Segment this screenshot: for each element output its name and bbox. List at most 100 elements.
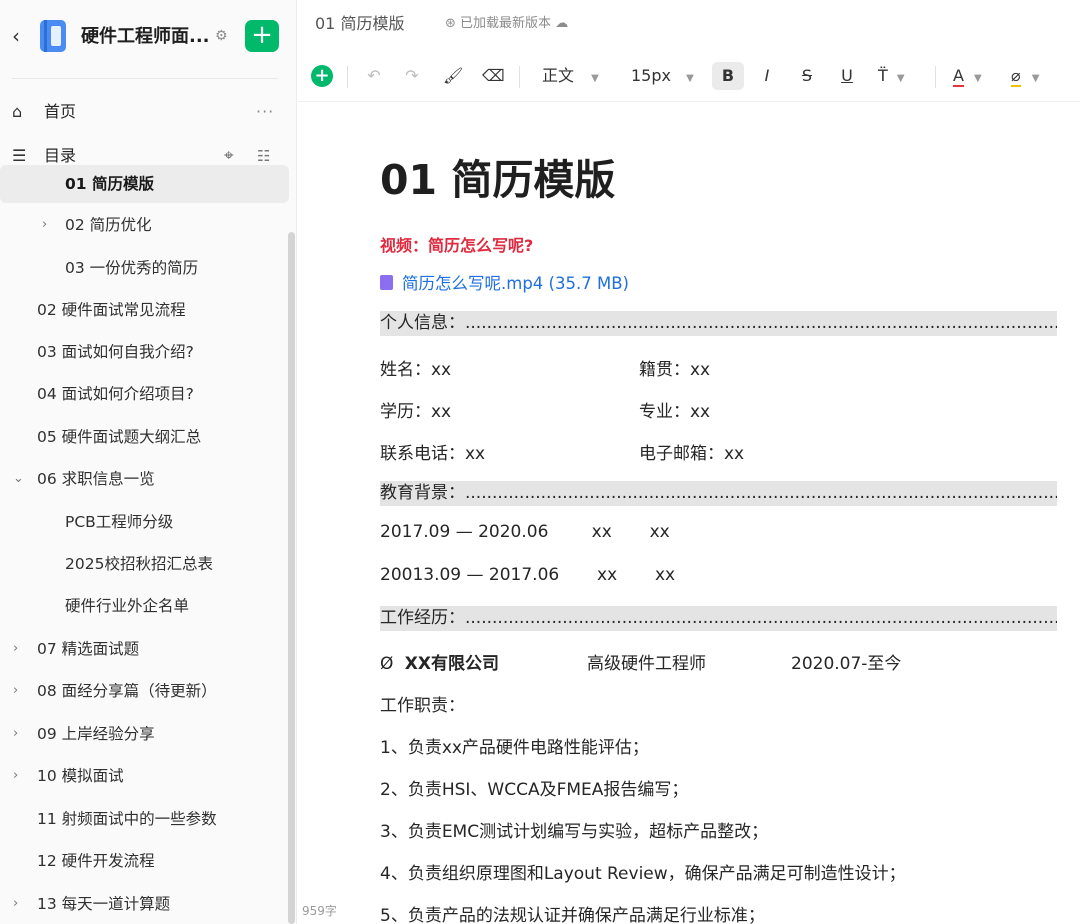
more-format-button[interactable]: T̈ ▼ xyxy=(878,62,920,90)
cloud-icon: ☁ xyxy=(555,16,569,31)
divider xyxy=(519,66,520,88)
toc-item-label: 12 硬件开发流程 xyxy=(37,852,155,870)
redo-icon[interactable]: ↷ xyxy=(402,62,422,90)
duties-label[interactable]: 工作职责： xyxy=(380,691,465,716)
toc-item-selected-questions[interactable]: › 07 精选面试题 xyxy=(0,630,289,668)
sidebar-scrollbar[interactable] xyxy=(288,232,295,924)
strikethrough-button[interactable]: S xyxy=(799,62,815,90)
job-position[interactable]: 高级硬件工程师 xyxy=(587,649,706,674)
duty-item[interactable]: 5、负责产品的法规认证并确保产品满足行业标准； xyxy=(380,901,765,924)
toc-item-label: 硬件行业外企名单 xyxy=(65,597,190,615)
video-attachment[interactable]: 简历怎么写呢.mp4 (35.7 MB) xyxy=(380,270,629,294)
chevron-right-icon[interactable]: › xyxy=(13,630,25,668)
sync-status-text: 已加载最新版本 xyxy=(460,16,552,31)
chevron-right-icon[interactable]: › xyxy=(13,885,25,923)
divider xyxy=(347,66,348,88)
company-name: XX有限公司 xyxy=(404,654,500,674)
settings-icon[interactable]: ⚙ xyxy=(215,28,228,44)
toc-item-interview-process[interactable]: 02 硬件面试常见流程 xyxy=(0,291,289,329)
chevron-down-icon[interactable]: ⌄ xyxy=(13,460,25,498)
toc-item-label: 01 简历模版 xyxy=(65,175,154,193)
section-work[interactable]: 工作经历：...................................… xyxy=(380,606,1057,631)
toc-item-good-resume[interactable]: 03 一份优秀的简历 xyxy=(0,249,289,287)
toc-item-project-intro[interactable]: 04 面试如何介绍项目? xyxy=(0,375,289,413)
education-row[interactable]: 20013.09 — 2017.06 xx xx xyxy=(380,565,675,585)
section-personal-info[interactable]: 个人信息：...................................… xyxy=(380,311,1057,336)
caret-down-icon: ▼ xyxy=(1031,73,1040,84)
duty-item[interactable]: 2、负责HSI、WCCA及FMEA报告编写； xyxy=(380,775,688,800)
insert-block-icon[interactable]: + xyxy=(311,65,333,87)
sync-status: ⊛ 已加载最新版本 ☁ xyxy=(445,12,568,31)
font-color-icon: A xyxy=(953,66,964,87)
personal-phone[interactable]: 联系电话：xx xyxy=(380,439,485,464)
more-icon[interactable]: ··· xyxy=(256,95,274,129)
sidebar: ‹ 硬件工程师面... ⚙ + ⌂ 首页 ··· ☰ 目录 ⌖ ☷ 01 简历模… xyxy=(0,0,297,924)
caret-down-icon: ▼ xyxy=(591,73,599,84)
personal-education[interactable]: 学历：xx xyxy=(380,397,451,422)
add-button[interactable]: + xyxy=(245,20,279,52)
format-painter-icon[interactable]: 🖌 xyxy=(443,62,463,90)
toc-item-success-sharing[interactable]: › 09 上岸经验分享 xyxy=(0,715,289,753)
education-row[interactable]: 2017.09 — 2020.06 xx xx xyxy=(380,522,670,542)
work-company-row[interactable]: Ø XX有限公司 xyxy=(380,649,499,674)
duty-item[interactable]: 3、负责EMC测试计划编写与实验，超标产品整改； xyxy=(380,817,768,842)
italic-button[interactable]: I xyxy=(759,62,775,90)
page-title[interactable]: 01 简历模版 xyxy=(380,146,615,206)
highlight-button[interactable]: ⌀ ▼ xyxy=(1011,62,1051,90)
attachment-label: 简历怎么写呢.mp4 (35.7 MB) xyxy=(402,274,629,293)
toc-item-daily-calc[interactable]: › 13 每天一道计算题 xyxy=(0,885,289,923)
undo-icon[interactable]: ↶ xyxy=(364,62,384,90)
toc-item-label: 11 射频面试中的一些参数 xyxy=(37,810,217,828)
toc-item-rf-params[interactable]: 11 射频面试中的一些参数 xyxy=(0,800,289,838)
divider xyxy=(935,66,936,88)
toc-item-foreign-companies[interactable]: 硬件行业外企名单 xyxy=(0,587,289,625)
chevron-right-icon[interactable]: › xyxy=(42,206,54,244)
bullet: Ø xyxy=(380,654,394,674)
document-header: 01 简历模版 ⊛ 已加载最新版本 ☁ xyxy=(298,0,1080,44)
highlight-icon: ⌀ xyxy=(1011,66,1021,87)
toc-item-label: 09 上岸经验分享 xyxy=(37,725,155,743)
toc-item-resume-template[interactable]: 01 简历模版 xyxy=(0,165,289,203)
toc-item-label: 13 每天一道计算题 xyxy=(37,895,171,913)
toc-item-pcb-levels[interactable]: PCB工程师分级 xyxy=(0,503,289,541)
paragraph-style-value: 正文 xyxy=(542,66,575,85)
word-count: 959字 xyxy=(302,904,337,918)
toc-item-label: 02 硬件面试常见流程 xyxy=(37,301,186,319)
underline-button[interactable]: U xyxy=(839,62,855,90)
chevron-right-icon[interactable]: › xyxy=(13,757,25,795)
video-file-icon xyxy=(380,275,393,290)
toc-item-resume-optimize[interactable]: › 02 简历优化 xyxy=(0,206,289,244)
job-period[interactable]: 2020.07-至今 xyxy=(791,649,901,674)
personal-name[interactable]: 姓名：xx xyxy=(380,355,451,380)
document-tab[interactable]: 01 简历模版 xyxy=(315,10,404,34)
home-icon: ⌂ xyxy=(12,102,23,121)
toc-item-self-intro[interactable]: 03 面试如何自我介绍? xyxy=(0,333,289,371)
font-size-select[interactable]: 15px ▼ xyxy=(631,62,695,90)
toc-item-job-info[interactable]: ⌄ 06 求职信息一览 xyxy=(0,460,289,498)
duty-item[interactable]: 1、负责xx产品硬件电路性能评估； xyxy=(380,733,649,758)
toc-item-dev-process[interactable]: 12 硬件开发流程 xyxy=(0,842,289,880)
section-education[interactable]: 教育背景：...................................… xyxy=(380,481,1057,506)
clear-format-icon[interactable]: ⌫ xyxy=(482,62,505,90)
paragraph-style-select[interactable]: 正文 ▼ xyxy=(542,62,608,90)
toc-item-campus-2025[interactable]: 2025校招秋招汇总表 xyxy=(0,545,289,583)
chevron-left-icon[interactable]: ‹ xyxy=(12,24,30,48)
video-heading[interactable]: 视频：简历怎么写呢? xyxy=(380,232,533,256)
caret-down-icon: ▼ xyxy=(686,73,694,84)
divider xyxy=(12,78,278,79)
bold-button[interactable]: B xyxy=(712,62,744,90)
chevron-right-icon[interactable]: › xyxy=(13,715,25,753)
personal-email[interactable]: 电子邮箱：xx xyxy=(639,439,744,464)
toc-item-mock-interview[interactable]: › 10 模拟面试 xyxy=(0,757,289,795)
font-color-button[interactable]: A ▼ xyxy=(953,62,989,90)
toc-item-outline[interactable]: 05 硬件面试题大纲汇总 xyxy=(0,418,289,456)
personal-major[interactable]: 专业：xx xyxy=(639,397,710,422)
toc-item-interview-sharing[interactable]: › 08 面经分享篇（待更新） xyxy=(0,672,289,710)
chevron-right-icon[interactable]: › xyxy=(13,672,25,710)
font-size-value: 15px xyxy=(631,66,671,85)
sidebar-item-home[interactable]: ⌂ 首页 ··· xyxy=(0,95,289,129)
personal-hometown[interactable]: 籍贯：xx xyxy=(639,355,710,380)
duty-item[interactable]: 4、负责组织原理图和Layout Review，确保产品满足可制造性设计； xyxy=(380,859,906,884)
toc-item-label: 05 硬件面试题大纲汇总 xyxy=(37,428,202,446)
knowledge-base-title[interactable]: 硬件工程师面... xyxy=(81,24,210,50)
